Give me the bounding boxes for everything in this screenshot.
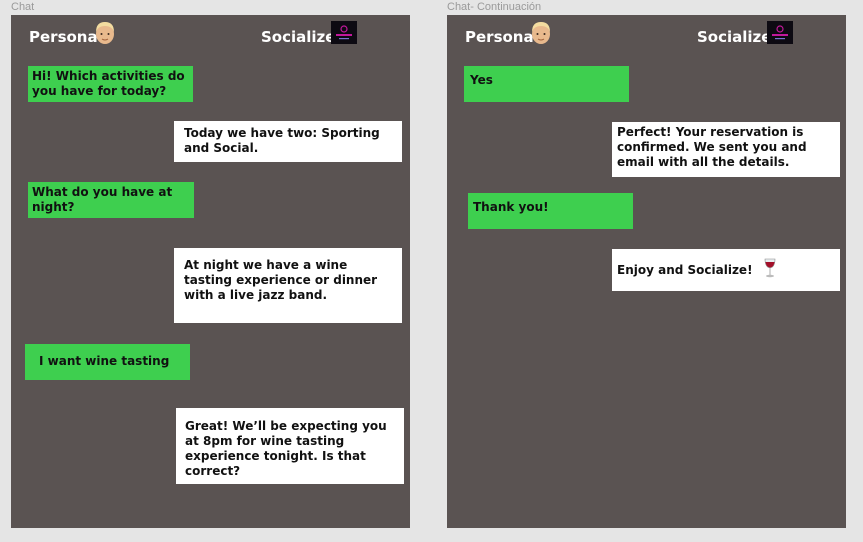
message-user-3: I want wine tasting	[25, 344, 190, 380]
socialize-logo-icon	[331, 21, 357, 44]
socialize-logo-icon	[767, 21, 793, 44]
message-bot-1: Perfect! Your reservation is confirmed. …	[612, 122, 840, 177]
wine-glass-icon	[764, 258, 776, 278]
message-bot-3: Great! We’ll be expecting you at 8pm for…	[176, 408, 404, 484]
persona-label: Persona	[465, 28, 534, 46]
message-bot-2: At night we have a wine tasting experien…	[174, 248, 402, 323]
message-user-1: Hi! Which activities do you have for tod…	[28, 66, 193, 102]
message-bot-2-text: Enjoy and Socialize!	[617, 263, 753, 277]
message-user-2: Thank you!	[468, 193, 633, 229]
avatar-icon	[532, 22, 550, 44]
persona-label: Persona	[29, 28, 98, 46]
avatar-icon	[96, 22, 114, 44]
message-bot-1: Today we have two: Sporting and Social.	[174, 121, 402, 162]
frame-label-chat: Chat	[11, 1, 35, 13]
message-bot-2: Enjoy and Socialize!	[612, 249, 840, 291]
chat-frame: Persona Socialize Hi! Which activities d…	[11, 15, 410, 528]
frame-label-chat-continuation: Chat- Continuación	[447, 1, 542, 13]
brand-label: Socialize	[261, 28, 336, 46]
message-user-2: What do you have at night?	[28, 182, 194, 218]
message-user-1: Yes	[464, 66, 629, 102]
brand-label: Socialize	[697, 28, 772, 46]
chat-continuation-frame: Persona Socialize Yes Perfect! Your rese…	[447, 15, 846, 528]
